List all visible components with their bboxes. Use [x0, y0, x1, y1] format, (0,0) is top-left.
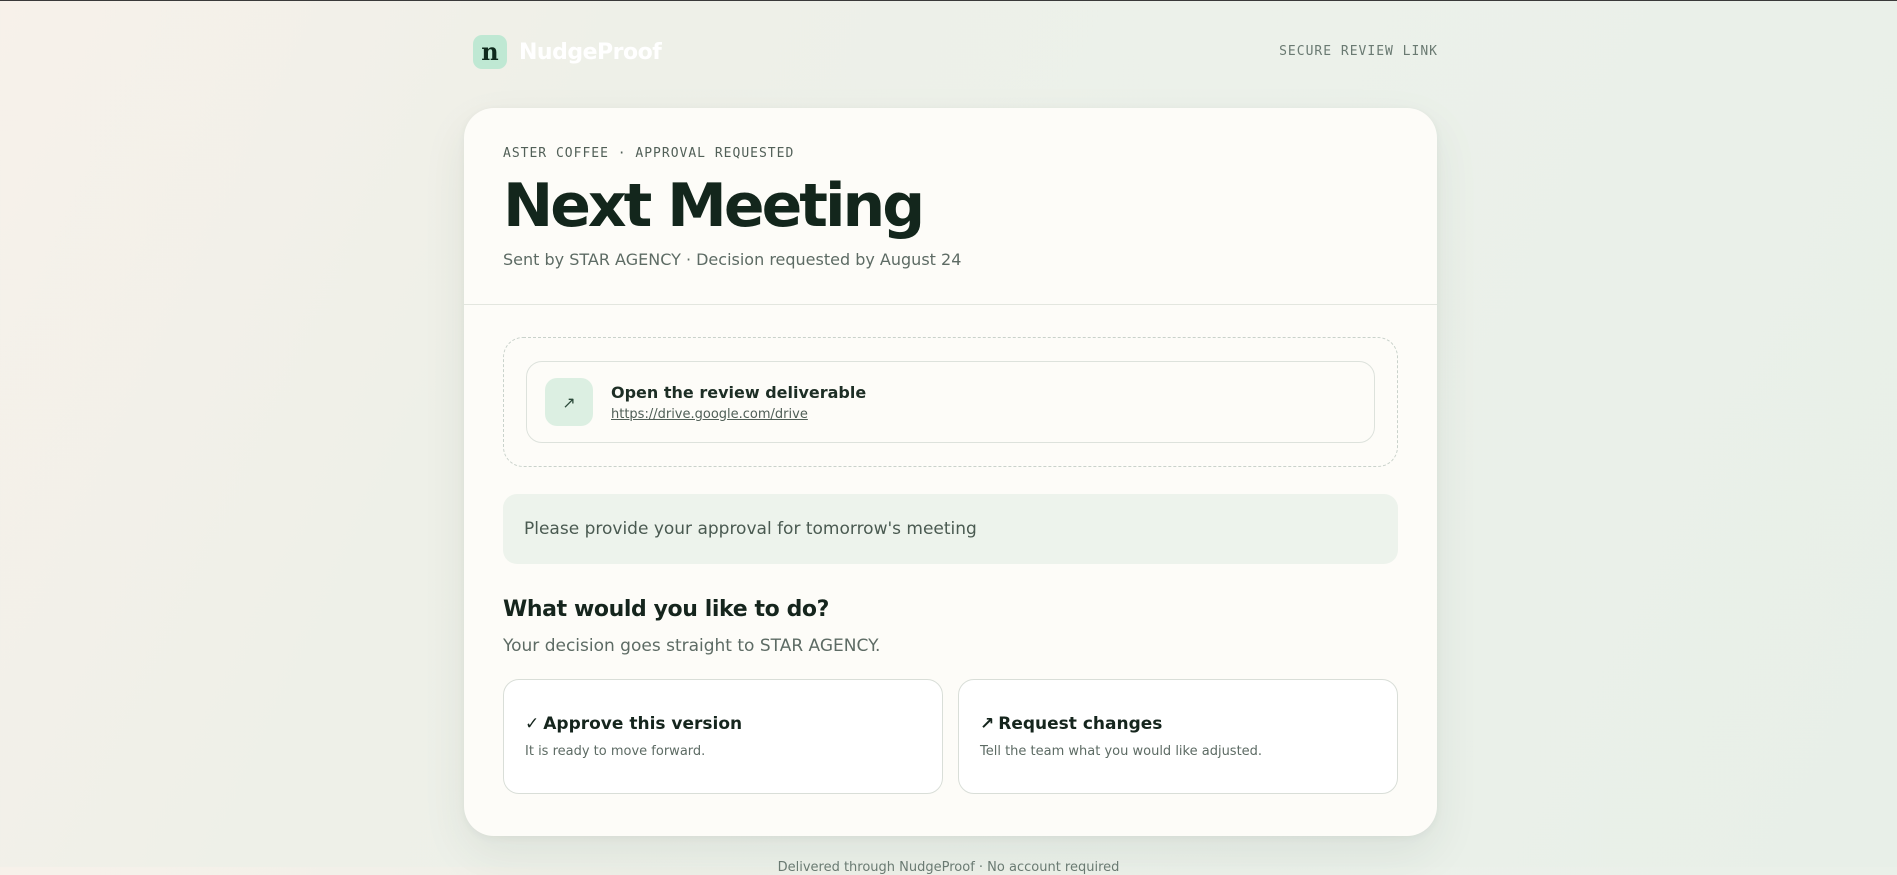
arrow-up-right-icon: ↗ — [545, 378, 593, 426]
page-title: Next Meeting — [503, 171, 925, 241]
check-icon: ✓ — [525, 714, 540, 734]
page-subtitle: Sent by STAR AGENCY · Decision requested… — [503, 250, 962, 269]
request-changes-title: ↗ Request changes — [980, 714, 1376, 734]
footer-note: Delivered through NudgeProof · No accoun… — [777, 860, 1120, 875]
request-note: Please provide your approval for tomorro… — [503, 494, 1398, 564]
request-changes-description: Tell the team what you would like adjust… — [980, 744, 1263, 759]
approve-label: Approve this version — [543, 714, 743, 734]
deliverable-text: Open the review deliverable https://driv… — [611, 383, 866, 422]
brand[interactable]: n NudgeProof — [473, 35, 662, 69]
card-body: ↗ Open the review deliverable https://dr… — [464, 305, 1437, 794]
card-header: ASTER COFFEE · APPROVAL REQUESTED Next M… — [464, 108, 1437, 305]
decision-actions: ✓ Approve this version It is ready to mo… — [503, 679, 1398, 794]
approve-button[interactable]: ✓ Approve this version It is ready to mo… — [503, 679, 943, 794]
deliverable-title: Open the review deliverable — [611, 382, 867, 402]
logo-icon: n — [473, 35, 507, 69]
approve-title: ✓ Approve this version — [525, 714, 921, 734]
arrow-up-right-icon: ↗ — [980, 714, 995, 734]
deliverable-link-card[interactable]: ↗ Open the review deliverable https://dr… — [526, 361, 1375, 443]
decision-heading: What would you like to do? — [503, 597, 829, 622]
deliverable-dropzone: ↗ Open the review deliverable https://dr… — [503, 337, 1398, 467]
deliverable-url-link[interactable]: https://drive.google.com/drive — [611, 407, 866, 422]
decision-subtext: Your decision goes straight to STAR AGEN… — [503, 636, 881, 656]
request-changes-button[interactable]: ↗ Request changes Tell the team what you… — [958, 679, 1398, 794]
brand-name: NudgeProof — [519, 39, 662, 65]
request-changes-label: Request changes — [998, 714, 1163, 734]
approve-description: It is ready to move forward. — [525, 744, 706, 759]
secure-review-link-label: SECURE REVIEW LINK — [1279, 44, 1438, 59]
eyebrow-label: ASTER COFFEE · APPROVAL REQUESTED — [503, 146, 795, 161]
review-card: ASTER COFFEE · APPROVAL REQUESTED Next M… — [464, 108, 1437, 836]
